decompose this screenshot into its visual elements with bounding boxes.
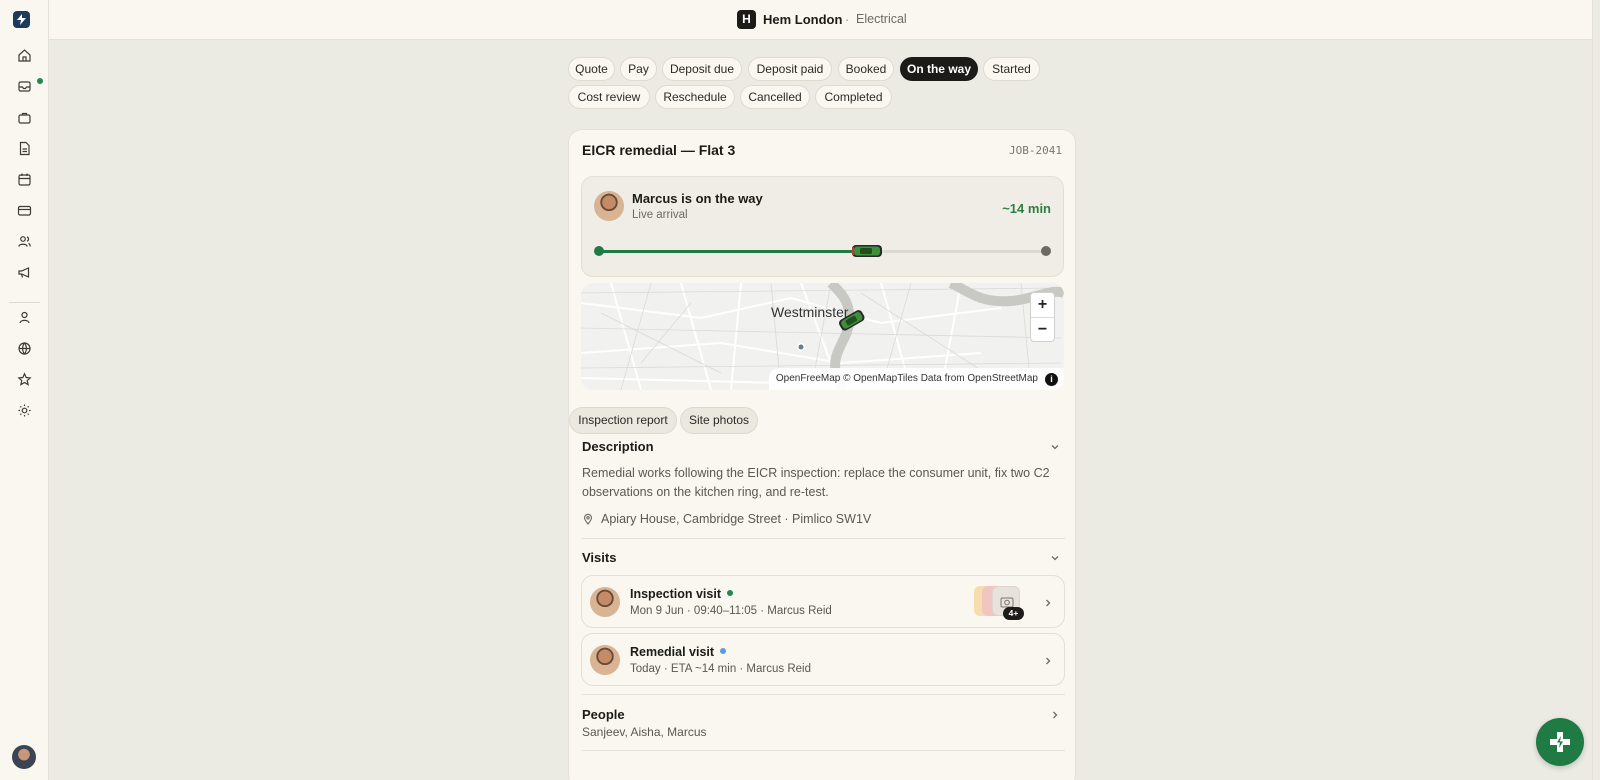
chevron-right-icon[interactable] bbox=[1042, 596, 1054, 608]
visit-photo-thumbnails[interactable]: 4+ bbox=[974, 586, 1026, 620]
section-divider bbox=[582, 694, 1065, 695]
technician-avatar bbox=[590, 587, 620, 617]
status-chip-reschedule[interactable]: Reschedule bbox=[655, 85, 735, 109]
megaphone-icon[interactable] bbox=[17, 265, 32, 280]
status-chip-cancelled[interactable]: Cancelled bbox=[740, 85, 810, 109]
person-icon[interactable] bbox=[17, 310, 32, 325]
visit-row-inspection[interactable]: Inspection visit Mon 9 Jun · 09:40–11:05… bbox=[581, 575, 1065, 628]
inbox-icon[interactable] bbox=[17, 79, 32, 94]
app-logo[interactable] bbox=[13, 11, 30, 28]
chevron-right-icon[interactable] bbox=[1042, 654, 1054, 666]
description-title[interactable]: Description bbox=[582, 439, 654, 454]
site-photos-button[interactable]: Site photos bbox=[680, 407, 758, 434]
home-icon[interactable] bbox=[17, 48, 32, 63]
zoom-in-button[interactable]: + bbox=[1031, 293, 1054, 317]
assistant-fab-button[interactable] bbox=[1536, 718, 1584, 766]
status-chip-completed[interactable]: Completed bbox=[815, 85, 892, 109]
visit-title-text: Remedial visit bbox=[630, 645, 715, 659]
eta-time: ~14 min bbox=[1002, 201, 1051, 216]
job-id: JOB-2041 bbox=[1009, 144, 1062, 157]
briefcase-icon[interactable] bbox=[17, 110, 32, 125]
live-map[interactable]: Westminster + − OpenFreeMap © OpenMapTil… bbox=[581, 283, 1064, 390]
visit-status-dot bbox=[727, 590, 733, 596]
org-badge: H bbox=[737, 10, 756, 29]
technician-avatar bbox=[590, 645, 620, 675]
map-zoom-controls: + − bbox=[1030, 292, 1055, 342]
job-card: EICR remedial — Flat 3 JOB-2041 Marcus i… bbox=[568, 129, 1076, 780]
status-chip-booked[interactable]: Booked bbox=[838, 57, 894, 81]
location-pin-icon bbox=[582, 512, 594, 525]
map-attribution-text[interactable]: OpenFreeMap © OpenMapTiles Data from Ope… bbox=[776, 373, 1038, 384]
car-icon bbox=[851, 243, 883, 259]
people-names: Sanjeev, Aisha, Marcus bbox=[582, 725, 707, 739]
arrival-progress-track bbox=[599, 250, 1046, 253]
section-divider bbox=[582, 750, 1065, 751]
description-text: Remedial works following the EICR inspec… bbox=[582, 466, 1050, 499]
photo-count-badge: 4+ bbox=[1003, 607, 1024, 620]
users-icon[interactable] bbox=[17, 234, 32, 249]
chevron-right-icon[interactable] bbox=[1049, 708, 1061, 720]
arrival-progress-fill bbox=[599, 250, 868, 253]
visit-row-remedial[interactable]: Remedial visit Today · ETA ~14 min · Mar… bbox=[581, 633, 1065, 686]
job-title: EICR remedial — Flat 3 bbox=[582, 142, 736, 158]
status-chip-deposit-paid[interactable]: Deposit paid bbox=[748, 57, 832, 81]
job-address: Apiary House, Cambridge Street · Pimlico… bbox=[601, 512, 872, 526]
org-trade: Electrical bbox=[856, 12, 907, 26]
visit-meta: Today · ETA ~14 min · Marcus Reid bbox=[630, 663, 811, 675]
status-chip-cost-review[interactable]: Cost review bbox=[568, 85, 650, 109]
status-chip-quote[interactable]: Quote bbox=[568, 57, 615, 81]
section-divider bbox=[582, 538, 1065, 539]
sun-icon[interactable] bbox=[17, 403, 32, 418]
status-chip-on-the-way[interactable]: On the way bbox=[900, 57, 978, 81]
people-title[interactable]: People bbox=[582, 707, 625, 722]
technician-avatar bbox=[594, 191, 624, 221]
chevron-down-icon[interactable] bbox=[1049, 551, 1061, 563]
visit-title: Inspection visit bbox=[630, 587, 733, 601]
eta-title: Marcus is on the way bbox=[632, 191, 763, 206]
visit-status-dot bbox=[720, 648, 727, 654]
visit-meta: Mon 9 Jun · 09:40–11:05 · Marcus Reid bbox=[630, 605, 832, 617]
status-chip-pay[interactable]: Pay bbox=[620, 57, 657, 81]
chevron-down-icon[interactable] bbox=[1049, 440, 1061, 452]
topbar: H Hem London · Electrical bbox=[49, 0, 1600, 40]
map-attribution: OpenFreeMap © OpenMapTiles Data from Ope… bbox=[768, 368, 1064, 390]
globe-icon[interactable] bbox=[17, 341, 32, 356]
sidebar bbox=[0, 0, 49, 780]
org-separator: · bbox=[845, 12, 850, 27]
origin-marker bbox=[594, 246, 604, 256]
eta-subtitle: Live arrival bbox=[632, 209, 688, 221]
sidebar-divider bbox=[9, 302, 40, 303]
visit-title: Remedial visit bbox=[630, 645, 727, 659]
calendar-icon[interactable] bbox=[17, 172, 32, 187]
visit-title-text: Inspection visit bbox=[630, 587, 721, 601]
star-icon[interactable] bbox=[17, 372, 32, 387]
info-icon[interactable]: i bbox=[1045, 373, 1058, 386]
document-icon[interactable] bbox=[17, 141, 32, 156]
scrollbar[interactable] bbox=[1592, 0, 1600, 780]
eta-panel: Marcus is on the way Live arrival ~14 mi… bbox=[581, 176, 1064, 277]
user-avatar[interactable] bbox=[12, 745, 36, 769]
destination-marker bbox=[1041, 246, 1051, 256]
status-chip-deposit-due[interactable]: Deposit due bbox=[662, 57, 742, 81]
credit-card-icon[interactable] bbox=[17, 203, 32, 218]
zoom-out-button[interactable]: − bbox=[1031, 317, 1054, 341]
bolt-cross-icon bbox=[1550, 732, 1570, 752]
status-chip-started[interactable]: Started bbox=[983, 57, 1040, 81]
map-place-label: Westminster bbox=[771, 304, 849, 320]
org-name[interactable]: Hem London bbox=[763, 12, 842, 27]
visits-title[interactable]: Visits bbox=[582, 550, 616, 565]
inspection-report-button[interactable]: Inspection report bbox=[569, 407, 677, 434]
unread-badge bbox=[37, 78, 43, 84]
